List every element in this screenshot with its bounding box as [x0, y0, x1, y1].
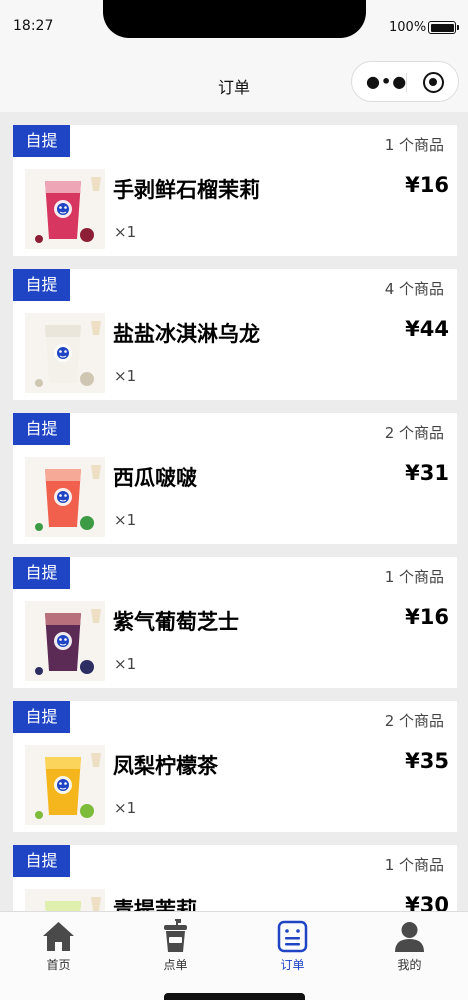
- top-bar: 18:27 100% 订单 ●•●: [0, 0, 468, 112]
- order-card[interactable]: 自提 1 个商品 青提茉莉 ¥30 ×1: [13, 845, 457, 911]
- cup-icon: [164, 919, 187, 952]
- item-count: 2 个商品: [384, 712, 444, 730]
- product-name: 盐盐冰淇淋乌龙: [113, 322, 260, 346]
- pickup-badge: 自提: [13, 413, 70, 445]
- drink-cup-image: [25, 745, 105, 825]
- item-count: 1 个商品: [384, 856, 444, 874]
- order-card[interactable]: 自提 2 个商品 凤梨柠檬茶 ¥35 ×1: [13, 701, 457, 832]
- order-list-icon: [277, 920, 308, 953]
- home-icon: [43, 922, 74, 951]
- tab-label-home: 首页: [46, 958, 71, 972]
- tab-bar: 首页 点单 订单 我的: [0, 911, 468, 1000]
- product-thumbnail: [25, 889, 105, 911]
- order-card[interactable]: 自提 1 个商品 紫气葡萄芝士 ¥16 ×1: [13, 557, 457, 688]
- tab-label-orders: 订单: [280, 958, 305, 972]
- drink-cup-image: [25, 313, 105, 393]
- product-thumbnail: [25, 169, 105, 249]
- tab-orders[interactable]: 订单: [234, 912, 351, 982]
- capsule-divider: [406, 73, 407, 92]
- order-card[interactable]: 自提 4 个商品 盐盐冰淇淋乌龙 ¥44 ×1: [13, 269, 457, 400]
- product-thumbnail: [25, 457, 105, 537]
- drink-cup-image: [25, 889, 105, 911]
- product-quantity: ×1: [114, 367, 137, 385]
- tab-home[interactable]: 首页: [0, 912, 117, 982]
- product-name: 青提茉莉: [113, 898, 197, 911]
- product-price: ¥16: [405, 173, 449, 197]
- status-time: 18:27: [13, 18, 54, 34]
- product-thumbnail: [25, 745, 105, 825]
- tab-label-profile: 我的: [397, 958, 422, 972]
- product-name: 凤梨柠檬茶: [113, 754, 218, 778]
- drink-cup-image: [25, 169, 105, 249]
- product-thumbnail: [25, 601, 105, 681]
- product-quantity: ×1: [114, 799, 137, 817]
- product-quantity: ×1: [114, 511, 137, 529]
- product-quantity: ×1: [114, 223, 137, 241]
- tab-label-order-menu: 点单: [163, 958, 188, 972]
- pickup-badge: 自提: [13, 269, 70, 301]
- pickup-badge: 自提: [13, 701, 70, 733]
- product-price: ¥35: [405, 749, 449, 773]
- home-indicator: [164, 993, 305, 1000]
- product-name: 紫气葡萄芝士: [113, 610, 239, 634]
- pickup-badge: 自提: [13, 125, 70, 157]
- tab-order-menu[interactable]: 点单: [117, 912, 234, 982]
- item-count: 1 个商品: [384, 568, 444, 586]
- more-dots-icon[interactable]: ●•●: [366, 74, 407, 90]
- person-icon: [395, 922, 424, 952]
- pickup-badge: 自提: [13, 845, 70, 877]
- item-count: 1 个商品: [384, 136, 444, 154]
- product-price: ¥31: [405, 461, 449, 485]
- pickup-badge: 自提: [13, 557, 70, 589]
- order-card[interactable]: 自提 1 个商品 手剥鲜石榴茉莉 ¥16 ×1: [13, 125, 457, 256]
- item-count: 2 个商品: [384, 424, 444, 442]
- target-icon[interactable]: [423, 72, 444, 93]
- tab-profile[interactable]: 我的: [351, 912, 468, 982]
- battery-icon: [428, 21, 459, 34]
- product-name: 西瓜啵啵: [113, 466, 197, 490]
- mini-program-capsule[interactable]: ●•●: [351, 61, 459, 102]
- product-quantity: ×1: [114, 655, 137, 673]
- product-price: ¥44: [405, 317, 449, 341]
- product-price: ¥30: [405, 893, 449, 911]
- order-card[interactable]: 自提 2 个商品 西瓜啵啵 ¥31 ×1: [13, 413, 457, 544]
- item-count: 4 个商品: [384, 280, 444, 298]
- battery-percentage: 100%: [389, 20, 427, 35]
- drink-cup-image: [25, 457, 105, 537]
- drink-cup-image: [25, 601, 105, 681]
- order-list[interactable]: 自提 1 个商品 手剥鲜石榴茉莉 ¥16 ×1 自提 4 个商品 盐盐冰淇淋乌龙…: [0, 112, 468, 911]
- device-notch: [103, 0, 366, 38]
- product-price: ¥16: [405, 605, 449, 629]
- product-thumbnail: [25, 313, 105, 393]
- product-name: 手剥鲜石榴茉莉: [113, 178, 260, 202]
